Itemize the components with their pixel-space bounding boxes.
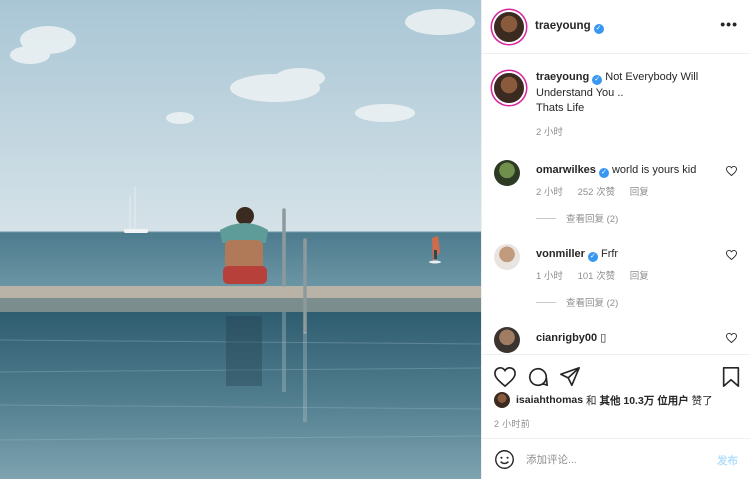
commenter-username[interactable]: cianrigby00 [536,332,597,344]
add-comment-bar: 发布 [482,438,750,479]
view-replies-button[interactable]: 查看回复 (2) [536,295,618,309]
caption-text-line2: Understand You .. [536,86,624,99]
comment-time[interactable]: 1 小时 [536,271,563,282]
post-header: traeyoung ✓ ••• [482,0,750,54]
comment-item: vonmiller ✓ Frfr 1 小时 101 次赞 回复 查看回复 (2) [494,244,739,309]
caption-username[interactable]: traeyoung [536,71,589,83]
liker-avatar[interactable] [494,392,510,408]
comment-item: cianrigby00 ▯ [494,327,739,354]
verified-icon: ✓ [587,252,598,262]
heart-icon[interactable] [494,366,516,388]
author-username-text[interactable]: traeyoung [535,20,591,32]
comment-likes[interactable]: 101 次赞 [578,271,616,282]
caption-text-line3: Thats Life [536,102,585,114]
likes-and: 和 [586,394,597,407]
comment-time[interactable]: 2 小时 [536,187,563,198]
likes-others-count[interactable]: 其他 10.3万 位用户 [599,393,688,408]
bookmark-icon[interactable] [720,366,742,388]
comment-text: ▯ [600,332,607,344]
caption-text-line1: Not Everybody Will [605,71,699,83]
commenter-username[interactable]: omarwilkes [536,164,596,176]
more-icon[interactable]: ••• [720,17,738,31]
likes-liked: 赞了 [691,394,713,407]
comment-text: Frfr [600,248,619,260]
post-comment-button[interactable]: 发布 [717,453,738,468]
caption-avatar[interactable] [494,73,524,103]
author-avatar[interactable] [494,11,524,42]
author-username[interactable]: traeyoung ✓ [535,20,604,34]
commenter-avatar[interactable] [494,244,520,270]
photo-image [0,0,481,479]
verified-icon: ✓ [598,168,609,178]
caption-time[interactable]: 2 小时 [536,125,698,141]
commenter-username[interactable]: vonmiller [536,248,585,260]
post-side-panel: traeyoung ✓ ••• traeyoung ✓ Not Everybody … [481,0,750,479]
verified-icon: ✓ [592,75,603,85]
emoji-icon[interactable] [494,449,515,470]
post-photo[interactable] [0,0,481,479]
post-caption: traeyoung ✓ Not Everybody Will Understand… [494,70,739,140]
likes-summary: isaiahthomas 和 其他 10.3万 位用户 赞了 [494,392,713,408]
view-replies-label[interactable]: 查看回复 (2) [566,214,618,225]
reply-button[interactable]: 回复 [630,271,649,282]
comment-icon[interactable] [527,366,549,388]
share-icon[interactable] [559,366,581,388]
view-replies-button[interactable]: 查看回复 (2) [536,211,618,225]
comment-likes[interactable]: 252 次赞 [578,187,616,198]
heart-icon[interactable] [726,250,737,260]
comment-item: omarwilkes ✓ world is yours kid 2 小时 252 … [494,160,739,225]
post-timestamp[interactable]: 2 小时前 [494,417,530,430]
heart-icon[interactable] [726,166,737,176]
comment-text: world is yours kid [611,164,697,176]
view-replies-label[interactable]: 查看回复 (2) [566,298,618,309]
verified-icon: ✓ [593,23,604,34]
post-modal: traeyoung ✓ ••• traeyoung ✓ Not Everybody … [0,0,750,479]
action-bar [482,354,750,394]
comment-input[interactable] [526,451,696,469]
commenter-avatar[interactable] [494,160,520,186]
replies-divider [536,302,556,303]
commenter-avatar[interactable] [494,327,520,353]
liker-username[interactable]: isaiahthomas [516,394,583,406]
heart-icon[interactable] [726,333,737,343]
reply-button[interactable]: 回复 [630,187,649,198]
replies-divider [536,218,556,219]
